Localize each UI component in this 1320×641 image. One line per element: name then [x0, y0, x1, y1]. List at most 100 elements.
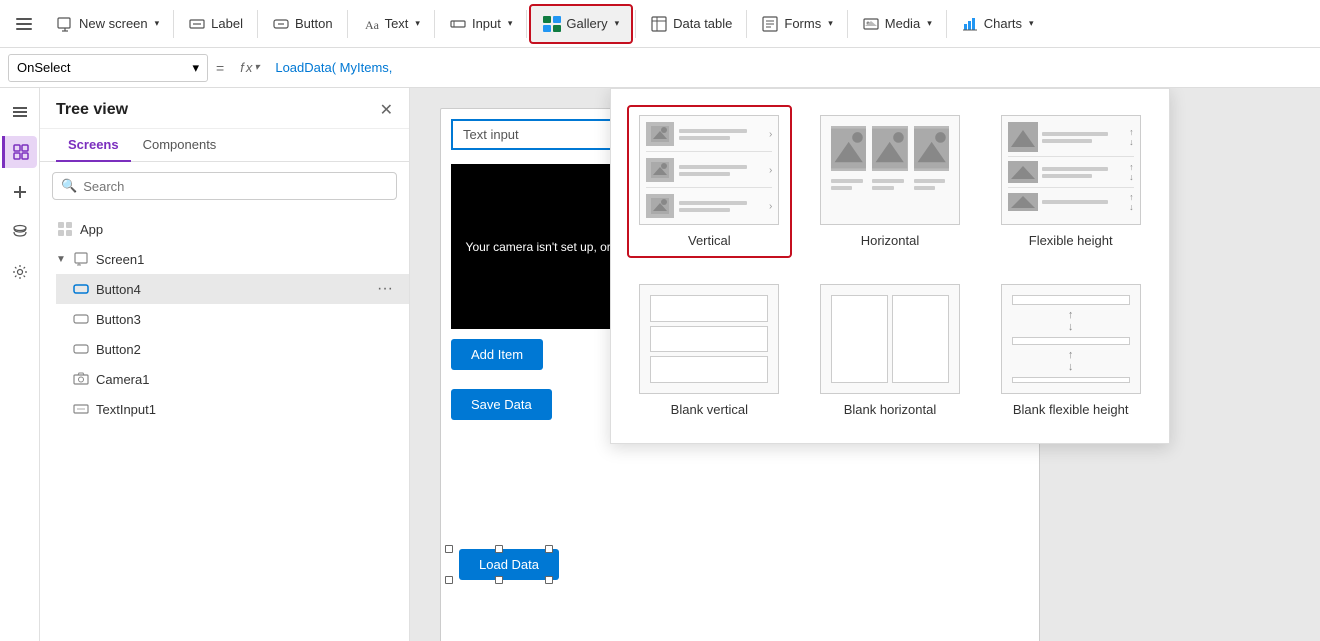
- gallery-label-blank-vertical: Blank vertical: [671, 402, 748, 417]
- input-button[interactable]: Input ▾: [437, 4, 524, 44]
- tab-screens[interactable]: Screens: [56, 129, 131, 162]
- tree-close-button[interactable]: ✕: [380, 100, 393, 120]
- gallery-label: Gallery: [566, 16, 607, 31]
- new-screen-icon: [56, 15, 74, 33]
- media-icon: [862, 15, 880, 33]
- divider-5: [526, 10, 527, 38]
- toolbar: New screen ▾ Label Button Aa Text ▾ Inpu…: [0, 0, 1320, 48]
- tree-item-button4[interactable]: Button4 ···: [56, 274, 409, 304]
- tab-components[interactable]: Components: [131, 129, 229, 162]
- gallery-label-vertical: Vertical: [688, 233, 731, 248]
- new-screen-chevron: ▾: [155, 18, 160, 29]
- blank-horizontal-thumb: [820, 284, 960, 394]
- screen1-label: Screen1: [96, 252, 144, 267]
- property-chevron: ▾: [192, 60, 199, 76]
- screen1-expand: ▼: [56, 254, 66, 265]
- tree-tabs: Screens Components: [40, 129, 409, 162]
- gallery-button[interactable]: Gallery ▾: [529, 4, 633, 44]
- gallery-option-vertical[interactable]: › ›: [627, 105, 792, 258]
- charts-button[interactable]: Charts ▾: [949, 4, 1046, 44]
- equals-sign: =: [212, 60, 228, 76]
- text-chevron: ▾: [415, 18, 420, 29]
- property-selector[interactable]: OnSelect ▾: [8, 54, 208, 82]
- tree-title: Tree view: [56, 101, 128, 119]
- load-data-wrapper: Load Data: [449, 549, 549, 580]
- divider-8: [847, 10, 848, 38]
- canvas-area: Text input Your camera isn't set up, or …: [410, 88, 1320, 641]
- button4-more-button[interactable]: ···: [377, 280, 393, 298]
- button3-icon: [72, 310, 90, 328]
- tree-item-camera1[interactable]: Camera1: [56, 364, 409, 394]
- thumb-lines: [679, 129, 764, 140]
- divider-7: [746, 10, 747, 38]
- app-label: App: [80, 222, 103, 237]
- search-input[interactable]: [83, 179, 388, 194]
- add-item-button[interactable]: Add Item: [451, 339, 543, 370]
- text-label: Text: [385, 16, 409, 31]
- forms-button[interactable]: Forms ▾: [749, 4, 844, 44]
- side-tools-icon[interactable]: [4, 256, 36, 288]
- data-table-icon: [650, 15, 668, 33]
- divider-3: [347, 10, 348, 38]
- new-screen-button[interactable]: New screen ▾: [44, 4, 171, 44]
- handle-br[interactable]: [545, 576, 553, 584]
- svg-text:Aa: Aa: [365, 18, 379, 32]
- handle-tl[interactable]: [445, 545, 453, 553]
- fx-button[interactable]: fx ▾: [232, 60, 267, 75]
- save-data-button[interactable]: Save Data: [451, 389, 552, 420]
- camera1-icon: [72, 370, 90, 388]
- thumb-img: [646, 194, 674, 218]
- forms-label: Forms: [784, 16, 821, 31]
- divider-6: [635, 10, 636, 38]
- thumb-chevron: ›: [769, 129, 772, 140]
- side-menu-icon[interactable]: [4, 96, 36, 128]
- button4-label: Button4: [96, 282, 141, 297]
- vertical-thumb: › ›: [639, 115, 779, 225]
- blank-vertical-thumb: [639, 284, 779, 394]
- gallery-grid: › ›: [627, 105, 1153, 427]
- tree-item-screen1[interactable]: ▼ Screen1: [40, 244, 409, 274]
- label-label: Label: [211, 16, 243, 31]
- gallery-option-blank-vertical[interactable]: Blank vertical: [627, 274, 792, 427]
- side-data-icon[interactable]: [4, 216, 36, 248]
- tree-item-button3[interactable]: Button3: [56, 304, 409, 334]
- gallery-option-flexible-height[interactable]: ↑↓ ↑↓: [988, 105, 1153, 258]
- tree-item-button2[interactable]: Button2: [56, 334, 409, 364]
- label-icon: [188, 15, 206, 33]
- charts-icon: [961, 15, 979, 33]
- charts-label: Charts: [984, 16, 1022, 31]
- text-input-placeholder: Text input: [463, 127, 519, 142]
- media-label: Media: [885, 16, 920, 31]
- tree-items: App ▼ Screen1 Button4 ···: [40, 210, 409, 641]
- side-add-icon[interactable]: [4, 176, 36, 208]
- label-button[interactable]: Label: [176, 4, 255, 44]
- hamburger-menu[interactable]: [8, 8, 40, 40]
- text-button[interactable]: Aa Text ▾: [350, 4, 432, 44]
- gallery-option-blank-flexible-height[interactable]: ↑↓ ↑↓ Blank flexible height: [988, 274, 1153, 427]
- divider-1: [173, 10, 174, 38]
- input-icon: [449, 15, 467, 33]
- button3-label: Button3: [96, 312, 141, 327]
- handle-bl[interactable]: [445, 576, 453, 584]
- handle-tm[interactable]: [495, 545, 503, 553]
- gallery-option-blank-horizontal[interactable]: Blank horizontal: [808, 274, 973, 427]
- handle-bm[interactable]: [495, 576, 503, 584]
- media-button[interactable]: Media ▾: [850, 4, 944, 44]
- button-button[interactable]: Button: [260, 4, 345, 44]
- gallery-label-horizontal: Horizontal: [861, 233, 920, 248]
- thumb-img: [646, 158, 674, 182]
- formula-bar: OnSelect ▾ = fx ▾: [0, 48, 1320, 88]
- formula-input[interactable]: [271, 54, 1312, 82]
- side-treeview-icon[interactable]: [2, 136, 37, 168]
- fx-label: f: [240, 60, 244, 75]
- button-label: Button: [295, 16, 333, 31]
- thumb-img: [646, 122, 674, 146]
- load-data-button[interactable]: Load Data: [459, 549, 559, 580]
- gallery-dropdown: › ›: [610, 88, 1170, 444]
- tree-item-textinput1[interactable]: TextInput1: [56, 394, 409, 424]
- app-icon: [56, 220, 74, 238]
- handle-tr[interactable]: [545, 545, 553, 553]
- gallery-option-horizontal[interactable]: Horizontal: [808, 105, 973, 258]
- data-table-button[interactable]: Data table: [638, 4, 744, 44]
- tree-item-app[interactable]: App: [40, 214, 409, 244]
